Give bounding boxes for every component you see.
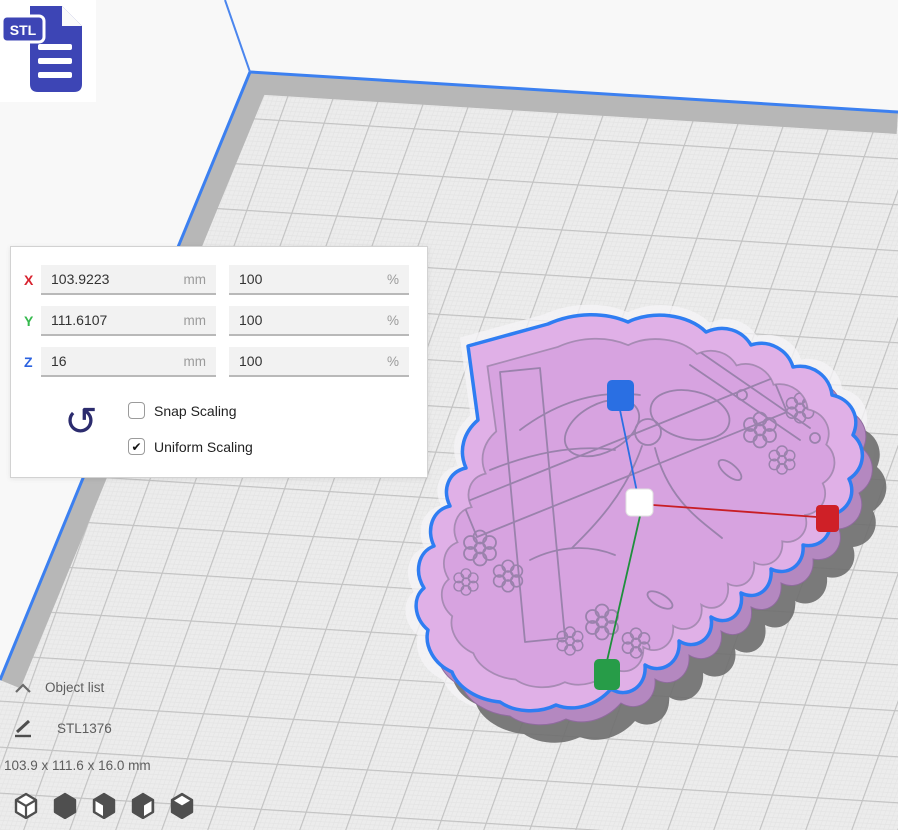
cube-left-face-icon — [129, 791, 157, 819]
object-name: STL1376 — [57, 721, 112, 736]
view-left-button[interactable] — [129, 791, 157, 819]
scale-handle-z[interactable] — [607, 380, 634, 411]
stl-badge-label: STL — [10, 22, 37, 38]
axis-y-label: Y — [24, 313, 41, 329]
scale-tool-panel: X mm % Y mm % — [10, 246, 428, 478]
x-size-input[interactable] — [51, 271, 178, 287]
z-size-field: mm — [41, 347, 216, 377]
camera-view-toolbar — [12, 791, 196, 819]
z-size-unit: mm — [184, 354, 207, 369]
y-scale-unit: % — [387, 313, 399, 328]
object-list-item[interactable]: STL1376 — [4, 717, 234, 739]
object-dimensions: 103.9 x 111.6 x 16.0 mm — [4, 758, 234, 773]
cube-front-face-icon — [90, 791, 118, 819]
scale-handle-y[interactable] — [594, 659, 620, 690]
x-size-unit: mm — [184, 272, 207, 287]
x-scale-input[interactable] — [239, 271, 381, 287]
x-scale-field: % — [229, 265, 409, 295]
snap-scaling-checkbox[interactable] — [128, 402, 145, 419]
uniform-scaling-label: Uniform Scaling — [154, 439, 253, 455]
view-right-button[interactable] — [168, 791, 196, 819]
snap-scaling-label: Snap Scaling — [154, 403, 237, 419]
z-scale-unit: % — [387, 354, 399, 369]
scale-row-z: Z mm % — [24, 347, 427, 377]
stl-file-icon: STL — [0, 0, 96, 102]
pencil-icon — [12, 717, 34, 739]
scale-handle-x[interactable] — [816, 505, 839, 532]
object-list-title: Object list — [45, 680, 104, 695]
scale-panel-footer: ↺ Snap Scaling ✔ Uniform Scaling — [11, 388, 427, 478]
view-front-button[interactable] — [51, 791, 79, 819]
object-list-header[interactable]: Object list — [4, 680, 234, 695]
y-scale-field: % — [229, 306, 409, 336]
uniform-scaling-row: ✔ Uniform Scaling — [128, 438, 253, 455]
view-3d-button[interactable] — [12, 791, 40, 819]
view-top-button[interactable] — [90, 791, 118, 819]
chevron-up-icon — [14, 683, 32, 693]
z-scale-input[interactable] — [239, 353, 381, 369]
stl-document-icon: STL — [0, 0, 96, 102]
object-list-panel: Object list STL1376 103.9 x 111.6 x 16.0… — [4, 680, 234, 773]
z-scale-field: % — [229, 347, 409, 377]
uniform-scaling-checkbox[interactable]: ✔ — [128, 438, 145, 455]
scale-row-x: X mm % — [24, 265, 427, 295]
axis-z-label: Z — [24, 354, 41, 370]
scale-row-y: Y mm % — [24, 306, 427, 336]
y-scale-input[interactable] — [239, 312, 381, 328]
cube-wireframe-icon — [12, 791, 40, 819]
z-size-input[interactable] — [51, 353, 178, 369]
y-size-unit: mm — [184, 313, 207, 328]
y-size-input[interactable] — [51, 312, 178, 328]
x-size-field: mm — [41, 265, 216, 295]
cube-top-face-icon — [168, 791, 196, 819]
application-window: STL X mm % Y mm — [0, 0, 898, 830]
axis-x-label: X — [24, 272, 41, 288]
reset-scale-icon[interactable]: ↺ — [59, 400, 103, 444]
uniform-scaling-checkmark: ✔ — [131, 441, 141, 453]
scale-handle-center[interactable] — [626, 489, 653, 516]
snap-scaling-row: Snap Scaling — [128, 402, 237, 419]
cube-solid-icon — [51, 791, 79, 819]
y-size-field: mm — [41, 306, 216, 336]
x-scale-unit: % — [387, 272, 399, 287]
